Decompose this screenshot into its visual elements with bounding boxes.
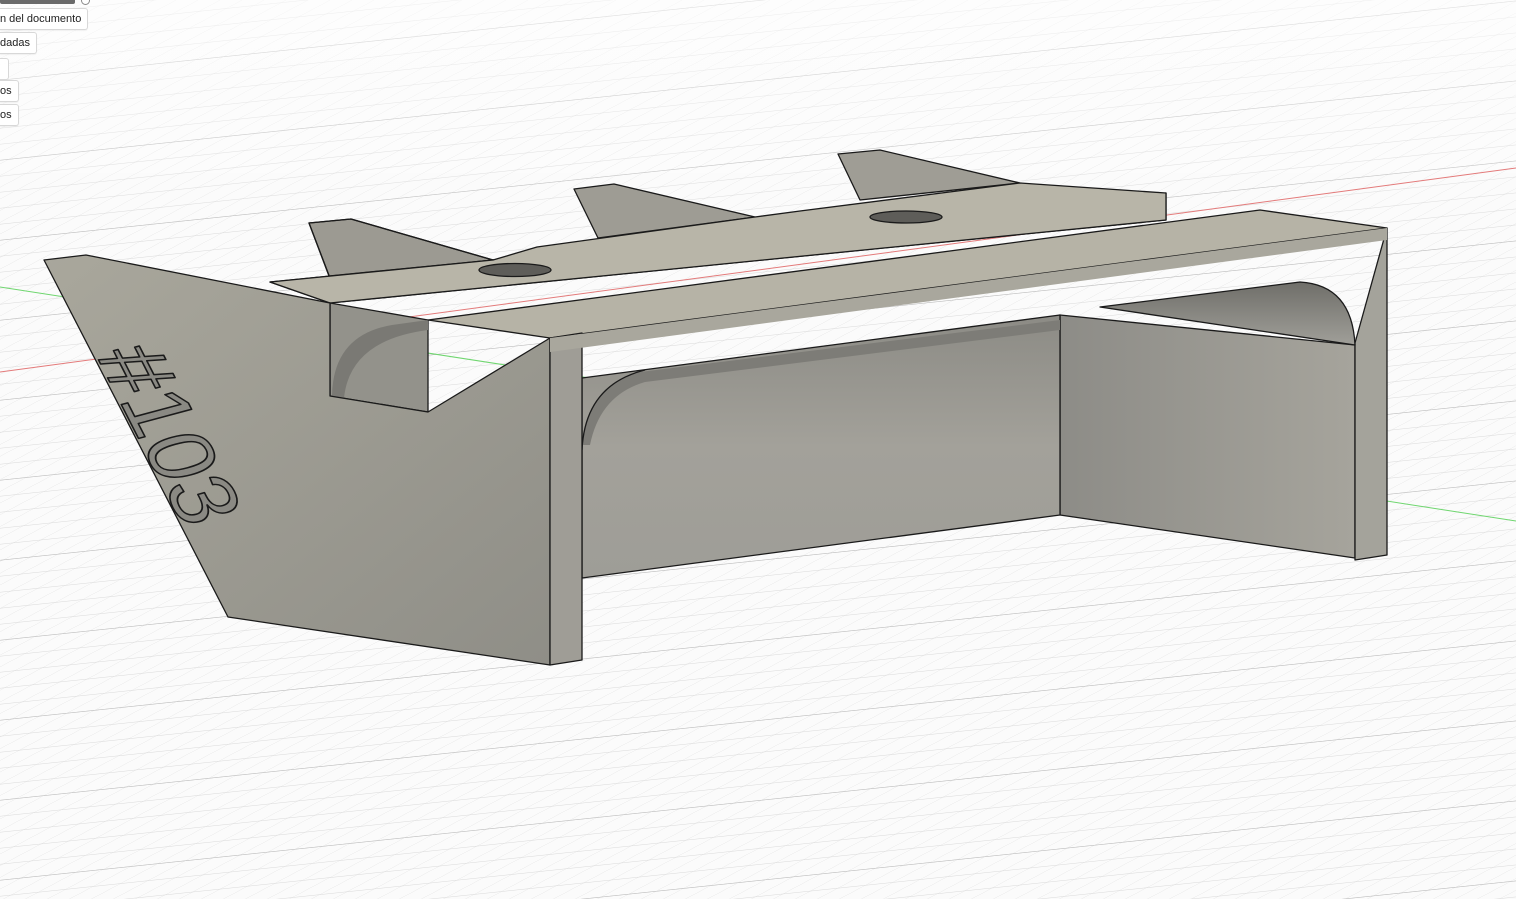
- browser-item-label: os: [0, 109, 12, 121]
- browser-item-label: dadas: [0, 37, 30, 49]
- browser-item-bodies[interactable]: os: [0, 80, 19, 102]
- model-inner-end-wall: [1059, 314, 1356, 559]
- browser-settings-icon[interactable]: [81, 0, 90, 5]
- 3d-viewport[interactable]: #103 n del documento dadas os os: [0, 0, 1516, 899]
- browser-item-collapsed[interactable]: [0, 58, 9, 80]
- model-front-edge-face: [549, 332, 583, 666]
- browser-panel: n del documento dadas os os: [0, 0, 90, 130]
- browser-item-label: os: [0, 85, 12, 97]
- browser-item-named-views[interactable]: dadas: [0, 32, 37, 54]
- viewport-canvas[interactable]: #103: [0, 0, 1516, 899]
- browser-item-sketches[interactable]: os: [0, 104, 19, 126]
- browser-header-tab[interactable]: [0, 0, 75, 4]
- browser-item-label: n del documento: [0, 13, 82, 25]
- model-hole-2: [869, 210, 943, 224]
- model-hole-1: [478, 262, 552, 278]
- browser-item-document-settings[interactable]: n del documento: [0, 8, 89, 30]
